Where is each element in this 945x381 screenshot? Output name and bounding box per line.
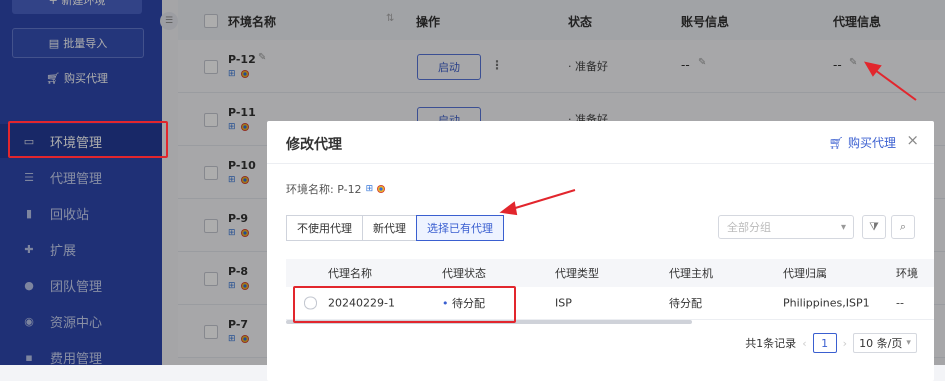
tab-existing-proxy[interactable]: 选择已有代理 <box>416 215 504 241</box>
annotation-arrows <box>499 61 917 216</box>
arrow-head <box>499 201 518 216</box>
arrow-to-tab <box>511 189 576 210</box>
arrow-to-proxy-edit <box>874 69 917 101</box>
